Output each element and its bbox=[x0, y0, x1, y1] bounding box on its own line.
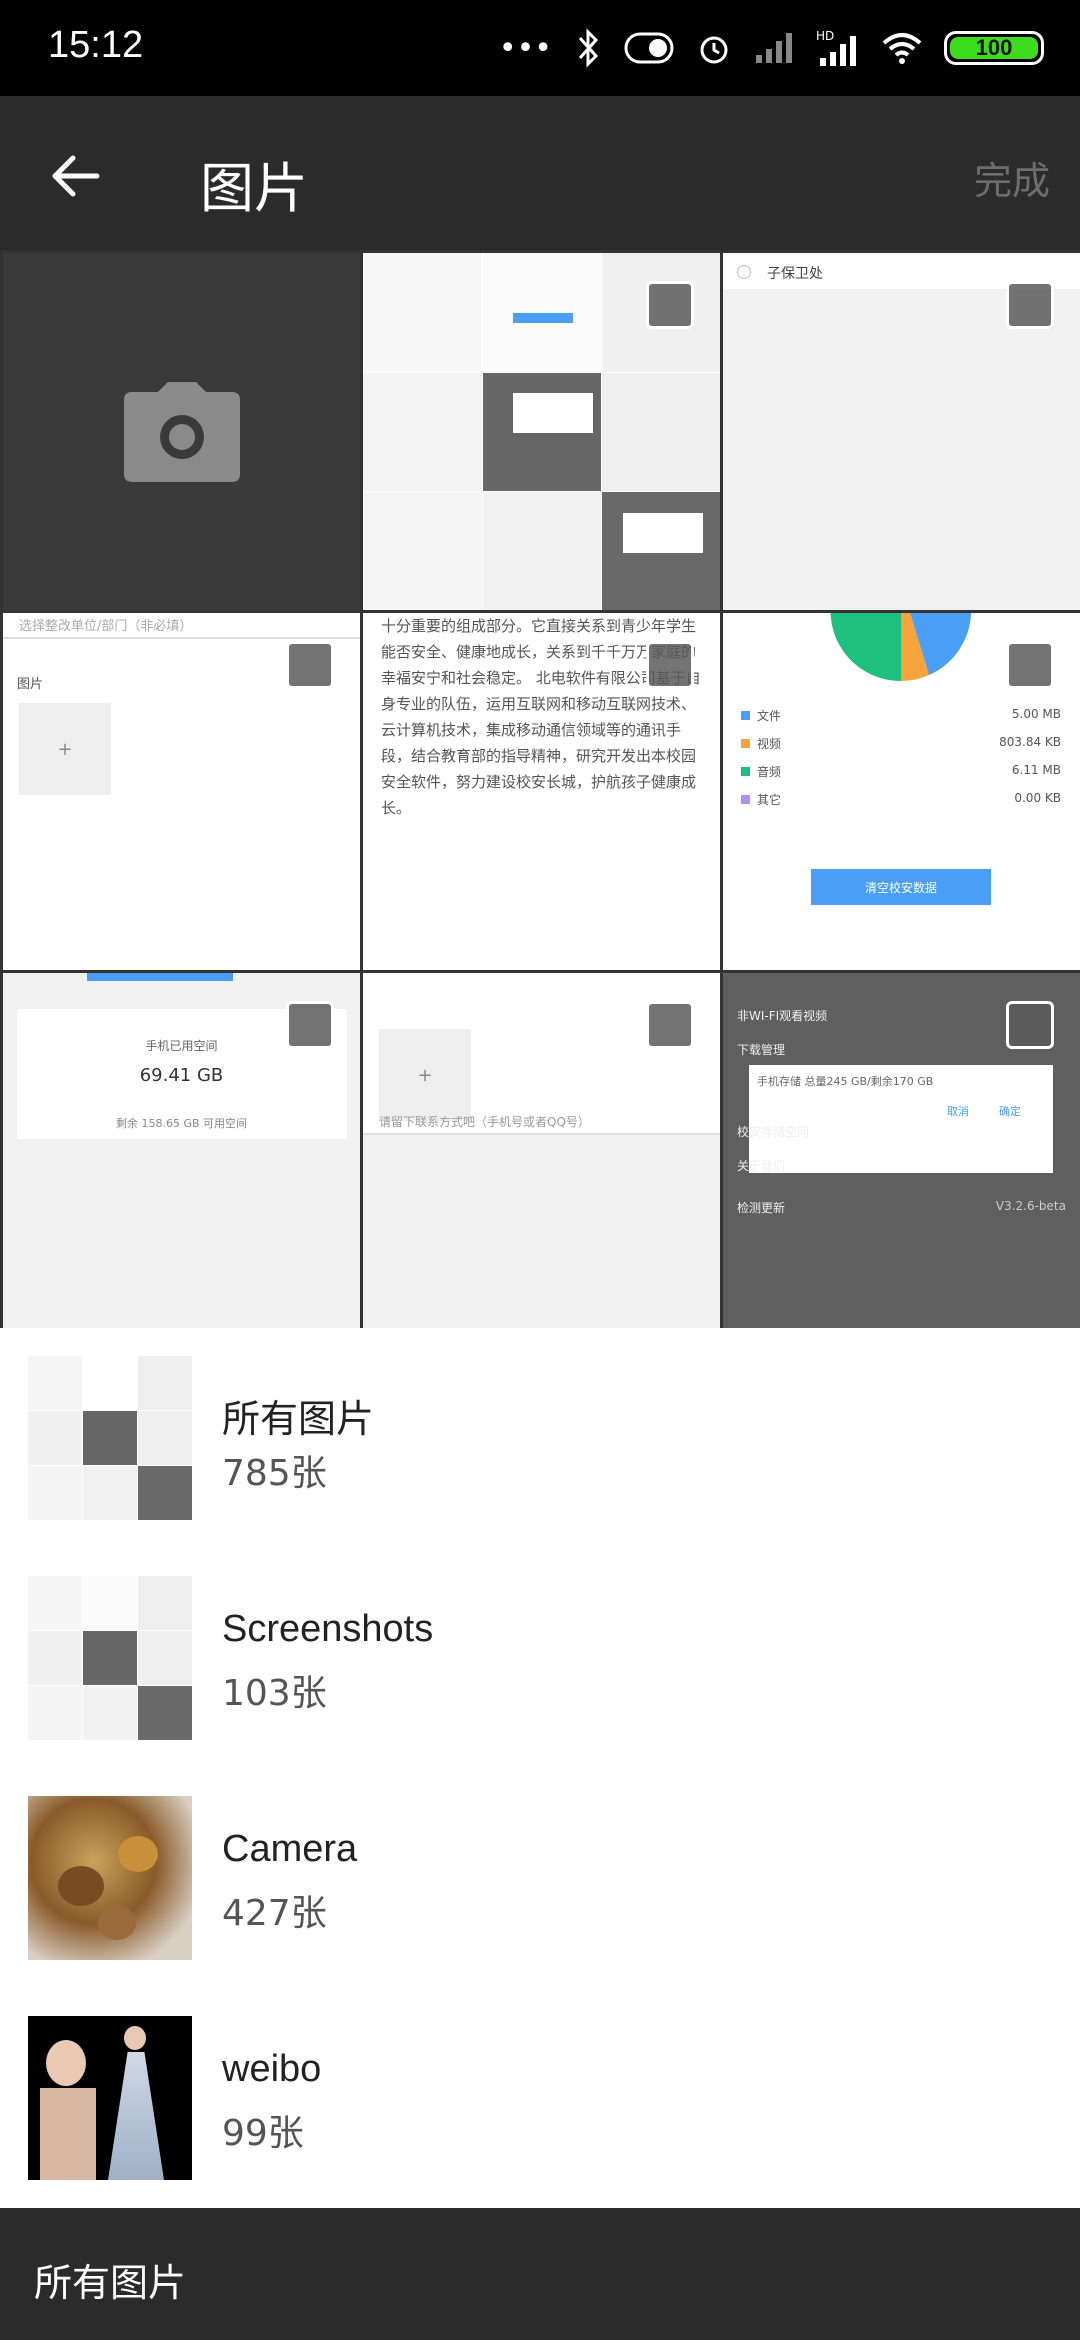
album-selector[interactable]: 所有图片 bbox=[34, 2252, 186, 2307]
album-item[interactable]: Screenshots 103张 bbox=[0, 1548, 1080, 1768]
signal-icon bbox=[756, 33, 792, 63]
thumbnail-text: 取消 bbox=[947, 1105, 969, 1118]
photo-thumbnail[interactable]: 非WI-FI观看视频 下载管理 手机存储 总量245 GB/剩余170 GB 取… bbox=[723, 973, 1080, 1330]
status-bar: 15:12 ••• HD 100 bbox=[0, 0, 1080, 96]
album-count: 785张 bbox=[222, 1453, 327, 1494]
photo-thumbnail[interactable]: 十分重要的组成部分。它直接关系到青少年学生能否安全、健康地成长，关系到千千万万家… bbox=[363, 613, 720, 970]
thumbnail-text: 校安存储空间 bbox=[737, 1125, 810, 1139]
thumbnail-text: 剩余 158.65 GB 可用空间 bbox=[115, 1117, 248, 1130]
album-list: 所有图片 785张 Screenshots 103张 Camera 427张 w… bbox=[0, 1328, 1080, 2208]
select-checkbox[interactable] bbox=[646, 641, 694, 689]
storage-label: 音频 bbox=[757, 765, 782, 779]
thumbnail-text: 下载管理 bbox=[737, 1043, 786, 1057]
album-count: 427张 bbox=[222, 1893, 327, 1934]
photo-thumbnail[interactable]: 文件 5.00 MB 视频 803.84 KB 音频 6.11 MB 其它 0.… bbox=[723, 613, 1080, 970]
status-time: 15:12 bbox=[48, 24, 144, 66]
album-thumbnail bbox=[28, 1576, 192, 1740]
thumbnail-text: V3.2.6-beta bbox=[995, 1199, 1066, 1213]
camera-icon bbox=[123, 381, 240, 482]
back-arrow-icon bbox=[52, 155, 100, 197]
storage-label: 其它 bbox=[757, 793, 782, 807]
select-checkbox[interactable] bbox=[1006, 1001, 1054, 1049]
album-name: weibo bbox=[222, 2048, 322, 2090]
photo-thumbnail[interactable]: + 请留下联系方式吧（手机号或者QQ号） bbox=[363, 973, 720, 1330]
toolbar: 图片 完成 bbox=[0, 96, 1080, 250]
select-checkbox[interactable] bbox=[286, 641, 334, 689]
hd-signal-icon: HD bbox=[816, 29, 856, 66]
storage-label: 文件 bbox=[757, 709, 782, 723]
thumbnail-text: 手机存储 总量245 GB/剩余170 GB bbox=[757, 1075, 934, 1088]
page-title: 图片 bbox=[200, 157, 308, 220]
thumbnail-text: 非WI-FI观看视频 bbox=[737, 1009, 828, 1023]
bluetooth-icon bbox=[578, 28, 599, 68]
wifi-icon bbox=[882, 33, 922, 64]
svg-text:HD: HD bbox=[816, 29, 834, 43]
clear-data-button: 清空校安数据 bbox=[811, 869, 991, 905]
album-item[interactable]: 所有图片 785张 bbox=[0, 1328, 1080, 1548]
storage-value: 5.00 MB bbox=[1011, 707, 1061, 721]
camera-capture-cell[interactable] bbox=[3, 253, 360, 610]
status-icons: ••• HD 100 bbox=[499, 22, 1044, 74]
album-thumbnail bbox=[28, 1796, 192, 1960]
album-name: Camera bbox=[222, 1828, 358, 1870]
album-name: Screenshots bbox=[222, 1608, 434, 1650]
select-checkbox[interactable] bbox=[646, 1001, 694, 1049]
thumbnail-text: 子保卫处 bbox=[767, 266, 823, 282]
select-checkbox[interactable] bbox=[1006, 641, 1054, 689]
battery-icon: 100 bbox=[944, 31, 1044, 65]
storage-list: 文件 5.00 MB 视频 803.84 KB 音频 6.11 MB 其它 0.… bbox=[741, 705, 1061, 817]
thumbnail-text: 请留下联系方式吧（手机号或者QQ号） bbox=[379, 1115, 590, 1129]
photo-thumbnail[interactable]: 选择整改单位/部门（非必填） 图片 + bbox=[3, 613, 360, 970]
album-thumbnail bbox=[28, 2016, 192, 2180]
photo-thumbnail[interactable]: 手机已用空间 69.41 GB 剩余 158.65 GB 可用空间 bbox=[3, 973, 360, 1330]
storage-value: 6.11 MB bbox=[1011, 763, 1061, 777]
toggle-icon bbox=[624, 32, 674, 64]
photo-thumbnail[interactable]: 子保卫处 bbox=[723, 253, 1080, 610]
back-button[interactable] bbox=[36, 136, 116, 216]
battery-level: 100 bbox=[975, 35, 1013, 60]
album-item[interactable]: Camera 427张 bbox=[0, 1768, 1080, 1988]
photo-thumbnail[interactable] bbox=[363, 253, 720, 610]
storage-label: 视频 bbox=[757, 737, 782, 751]
album-thumbnail bbox=[28, 1356, 192, 1520]
image-grid: 子保卫处 选择整改单位/部门（非必填） 图片 + 十分重要的组成部分。它直接关系… bbox=[0, 250, 1080, 1330]
more-dots-icon: ••• bbox=[498, 30, 552, 66]
album-count: 99张 bbox=[222, 2113, 304, 2154]
thumbnail-text: 确定 bbox=[999, 1105, 1021, 1118]
album-count: 103张 bbox=[222, 1673, 327, 1714]
select-checkbox[interactable] bbox=[646, 281, 694, 329]
select-checkbox[interactable] bbox=[286, 1001, 334, 1049]
bottom-bar: 所有图片 bbox=[0, 2208, 1080, 2340]
done-button[interactable]: 完成 bbox=[974, 150, 1050, 205]
thumbnail-text: 69.41 GB bbox=[139, 1065, 224, 1086]
thumbnail-text: 关于我们 bbox=[737, 1159, 786, 1173]
storage-value: 0.00 KB bbox=[1014, 791, 1061, 805]
alarm-icon bbox=[700, 36, 728, 64]
thumbnail-text: 选择整改单位/部门（非必填） bbox=[19, 619, 193, 634]
thumbnail-text: 检测更新 bbox=[737, 1201, 786, 1215]
album-name: 所有图片 bbox=[222, 1399, 375, 1441]
thumbnail-text: 图片 bbox=[17, 677, 44, 692]
album-item[interactable]: weibo 99张 bbox=[0, 1988, 1080, 2208]
select-checkbox[interactable] bbox=[1006, 281, 1054, 329]
storage-value: 803.84 KB bbox=[999, 735, 1061, 749]
